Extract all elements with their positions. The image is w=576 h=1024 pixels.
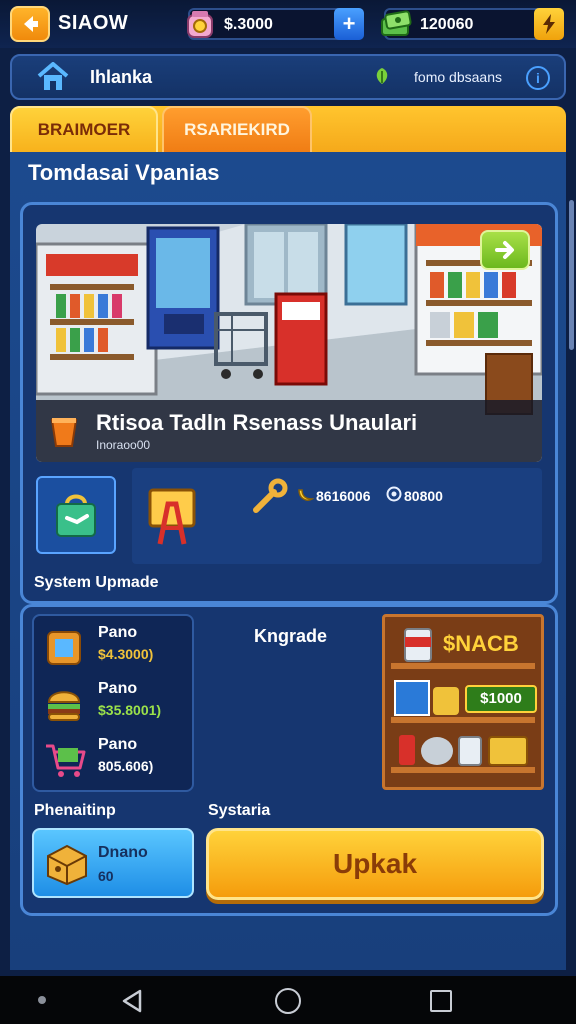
list-item[interactable]: Pano $4.3000) bbox=[44, 624, 184, 672]
wrench-icon[interactable] bbox=[250, 476, 290, 521]
cup-icon bbox=[46, 414, 82, 455]
list-item-price: $4.3000) bbox=[98, 646, 154, 662]
scene-caption-subtitle: Inoraoo00 bbox=[96, 438, 151, 452]
scene-caption: Rtisoa Tadln Rsenass Unaulari Inoraoo00 bbox=[36, 400, 542, 462]
location-bar: Ihlanka fomo dbsaans i bbox=[10, 54, 566, 100]
location-status: fomo dbsaans bbox=[414, 69, 502, 85]
tab-secondary[interactable]: RSARIEKIRD bbox=[162, 106, 312, 154]
arrow-left-icon bbox=[24, 16, 38, 32]
coin-icon bbox=[386, 486, 402, 507]
upgrade-button[interactable]: Upkak bbox=[206, 828, 544, 900]
list-item-name: Pano bbox=[98, 624, 138, 641]
upgrade-stat-secondary: 80800 bbox=[404, 488, 443, 504]
arrow-right-icon bbox=[495, 241, 514, 259]
list-item-price: $35.8001) bbox=[98, 702, 162, 718]
nav-recents-icon[interactable] bbox=[430, 990, 452, 1012]
item-name: Dnano bbox=[98, 844, 148, 861]
shopping-bag-icon[interactable] bbox=[36, 476, 116, 554]
shelf-sign: $NACB bbox=[443, 631, 519, 656]
scene-next-button[interactable] bbox=[480, 230, 530, 270]
home-icon[interactable] bbox=[36, 62, 70, 97]
cash-stack-icon bbox=[378, 6, 414, 42]
shelf-preview[interactable]: $NACB $1000 bbox=[382, 614, 544, 790]
add-coins-button[interactable]: + bbox=[334, 8, 364, 40]
list-item-name: Pano bbox=[98, 736, 138, 753]
coins-counter: $.3000 + bbox=[187, 8, 364, 40]
section-title: Tomdasai Vpanias bbox=[28, 160, 220, 185]
coin-jar-icon bbox=[182, 6, 218, 42]
nav-indicator-dot bbox=[38, 996, 46, 1004]
tab-bar: BRAIMOER RSARIEKIRD bbox=[10, 106, 566, 154]
leaf-icon bbox=[374, 67, 390, 90]
nav-home-icon[interactable] bbox=[275, 988, 301, 1014]
scrollbar[interactable] bbox=[569, 200, 574, 350]
product-list: Pano $4.3000) Pano $35.8001) Pano 805.60… bbox=[32, 614, 194, 792]
cash-value: 120060 bbox=[420, 16, 474, 33]
info-icon[interactable]: i bbox=[526, 66, 550, 90]
signboard-icon[interactable] bbox=[144, 484, 200, 551]
box-icon bbox=[44, 842, 90, 891]
upgrade-stat-primary: 8616006 bbox=[316, 488, 371, 504]
picture-frame-icon bbox=[44, 628, 84, 673]
list-item-price: 805.606) bbox=[98, 758, 154, 774]
coins-value: $.3000 bbox=[224, 16, 273, 33]
item-value: 60 bbox=[98, 868, 114, 884]
upgrade-heading: Kngrade bbox=[254, 626, 328, 646]
scene-caption-title: Rtisoa Tadln Rsenass Unaulari bbox=[96, 410, 418, 435]
list-item-name: Pano bbox=[98, 680, 138, 697]
burger-icon bbox=[44, 684, 84, 729]
action-section-label: Systaria bbox=[208, 802, 271, 819]
shelf-price-tag: $1000 bbox=[465, 685, 537, 713]
plus-icon: + bbox=[342, 11, 356, 36]
cart-icon bbox=[44, 740, 88, 785]
system-nav-bar bbox=[0, 976, 576, 1024]
tab-primary[interactable]: BRAIMOER bbox=[10, 106, 158, 154]
boost-button[interactable] bbox=[534, 8, 564, 40]
top-bar: SIAOW $.3000 + 120060 bbox=[0, 0, 576, 48]
back-button[interactable] bbox=[10, 6, 50, 42]
list-item[interactable]: Pano $35.8001) bbox=[44, 680, 184, 728]
lightning-icon bbox=[543, 14, 555, 34]
list-item[interactable]: Pano 805.606) bbox=[44, 736, 184, 784]
nav-back-icon[interactable] bbox=[120, 988, 144, 1019]
item-section-label: Phenaitinp bbox=[34, 802, 116, 819]
app-title: SIAOW bbox=[58, 12, 129, 34]
item-select-button[interactable]: Dnano 60 bbox=[32, 828, 194, 898]
banana-icon bbox=[296, 486, 315, 509]
cash-counter: 120060 bbox=[381, 8, 564, 40]
location-label: Ihlanka bbox=[90, 67, 153, 87]
shop-scene-image[interactable]: Rtisoa Tadln Rsenass Unaulari Inoraoo00 bbox=[36, 224, 542, 462]
system-upgrade-label: System Upmade bbox=[34, 574, 159, 591]
